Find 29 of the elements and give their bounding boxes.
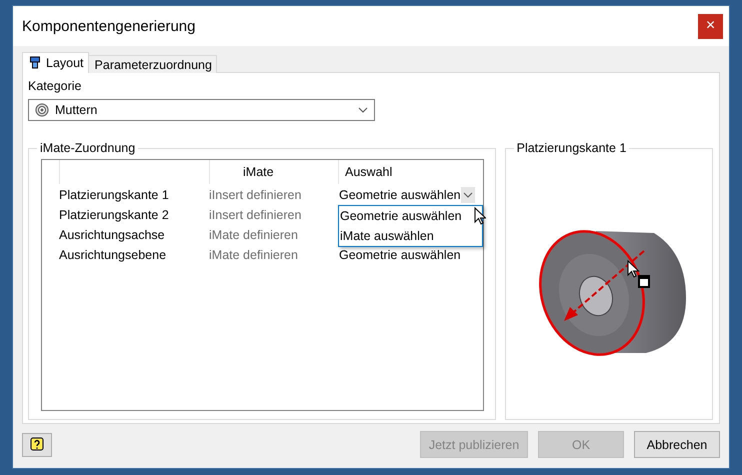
nut-icon (35, 103, 49, 117)
table-cell[interactable]: Geometrie auswählen (339, 248, 461, 262)
column-header: iMate (243, 165, 274, 179)
window-title: Komponentengenerierung (22, 18, 196, 34)
table-cell-text: Platzierungskante 1 (59, 188, 170, 202)
column-header: Auswahl (345, 165, 392, 179)
screw-icon (29, 56, 41, 70)
table-cell-text: iMate definieren (209, 228, 299, 242)
help-icon (29, 436, 45, 452)
category-label: Kategorie (28, 79, 83, 93)
close-button[interactable]: × (698, 14, 723, 38)
table-cell-text: Platzierungskante 2 (59, 208, 170, 222)
tab[interactable]: Parameterzuordnung (88, 55, 217, 73)
table-cell-text: iMate definieren (209, 248, 299, 262)
table-cell-text: iInsert definieren (209, 188, 302, 202)
table-cell[interactable]: Geometrie auswählen (339, 188, 461, 202)
category-dropdown[interactable]: Muttern (28, 99, 375, 121)
tab[interactable]: Layout (22, 52, 89, 73)
table-cell-text: Ausrichtungsachse (59, 228, 166, 242)
chevron-down-icon (358, 107, 368, 113)
table-cell-text: iInsert definieren (209, 208, 302, 222)
group-title: iMate-Zuordnung (37, 141, 138, 155)
help-button[interactable] (22, 432, 52, 456)
group-title: Platzierungskante 1 (514, 141, 630, 155)
table-cell-text: Ausrichtungsebene (59, 248, 168, 262)
dropdown-button[interactable] (460, 187, 475, 203)
dropdown-option[interactable]: iMate auswählen (339, 226, 482, 246)
dialog-button[interactable]: Abbrechen (634, 431, 720, 458)
chevron-down-icon (462, 192, 473, 198)
